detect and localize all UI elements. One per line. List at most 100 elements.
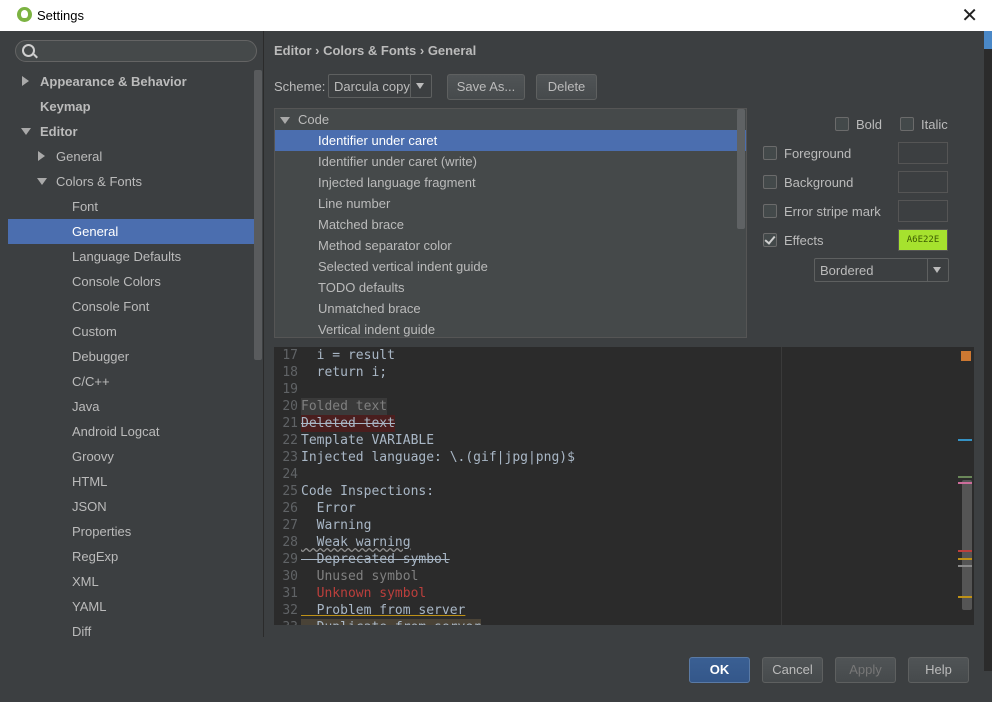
code-line[interactable]: Duplicate from server [301,619,482,625]
background-checkbox[interactable] [763,175,777,189]
attribute-list-item[interactable]: Injected language fragment [275,172,746,193]
line-number: 21 [282,416,298,431]
code-line[interactable]: Warning [301,517,372,534]
sidebar-item-label: YAML [72,599,107,614]
save-as-button[interactable]: Save As... [447,74,525,100]
sidebar-item[interactable]: Android Logcat [8,419,255,444]
sidebar-item[interactable]: C/C++ [8,369,255,394]
sidebar-item-label: General [56,149,103,164]
attribute-list-item[interactable]: Selected vertical indent guide [275,256,746,277]
sidebar-item[interactable]: Groovy [8,444,255,469]
sidebar-item-label: Console Colors [72,274,161,289]
code-line[interactable]: Unknown symbol [301,585,427,602]
sidebar-item[interactable]: Editor [8,119,255,144]
error-stripe-mark[interactable] [958,565,972,567]
sidebar-item[interactable]: Debugger [8,344,255,369]
scheme-select[interactable]: Darcula copy [328,74,432,98]
foreground-checkbox[interactable] [763,146,777,160]
code-line[interactable]: Error [301,500,356,517]
italic-checkbox[interactable] [900,117,914,131]
error-stripe-mark[interactable] [958,550,972,552]
sidebar-item[interactable]: YAML [8,594,255,619]
attribute-list-item[interactable]: Matched brace [275,214,746,235]
close-icon[interactable]: ✕ [961,3,978,28]
sidebar-item[interactable]: Console Colors [8,269,255,294]
sidebar-item[interactable]: JSON [8,494,255,519]
code-line[interactable]: Unused symbol [301,568,419,585]
error-stripe-mark[interactable] [958,439,972,441]
error-stripe-mark[interactable] [958,558,972,560]
sidebar-item[interactable]: Font [8,194,255,219]
background-color-swatch[interactable] [898,171,948,193]
preview-editor[interactable]: 17 i = result 18 return i; 19 20 Folded text… [274,347,974,625]
search-input[interactable] [15,40,257,62]
sidebar-item[interactable]: RegExp [8,544,255,569]
error-stripe-mark[interactable] [958,476,972,478]
effects-color-swatch[interactable]: A6E22E [898,229,948,251]
pane-divider[interactable] [263,31,264,637]
tree-group-code[interactable]: Code [298,109,746,130]
sidebar-item[interactable]: Language Defaults [8,244,255,269]
attribute-list-scrollbar[interactable] [737,109,745,229]
sidebar-item[interactable]: HTML [8,469,255,494]
line-number: 33 [274,619,298,625]
inspection-status-icon[interactable] [961,351,971,361]
attribute-list-item[interactable]: Identifier under caret (write) [275,151,746,172]
sidebar-scrollbar[interactable] [254,70,262,360]
chevron-down-icon[interactable] [280,117,290,124]
sidebar-item[interactable]: Properties [8,519,255,544]
code-line[interactable]: Deleted text [301,415,395,432]
attribute-list-item[interactable]: Identifier under caret [275,130,746,151]
effects-checkbox[interactable] [763,233,777,247]
code-line[interactable]: Problem from server [301,602,466,619]
apply-button[interactable]: Apply [835,657,896,683]
sidebar-item-label: Colors & Fonts [56,174,142,189]
code-line[interactable]: Injected language: \.(gif|jpg|png)$ [301,449,575,466]
sidebar-item[interactable]: Appearance & Behavior [8,69,255,94]
effects-label: Effects [784,233,824,248]
code-line[interactable]: Code Inspections: [301,483,434,500]
attribute-tree[interactable]: Code Identifier under caret Identifier un… [274,108,747,338]
error-stripe-mark[interactable] [958,596,972,598]
code-line[interactable]: Deprecated symbol [301,551,450,568]
sidebar-item[interactable]: XML [8,569,255,594]
background-label: Background [784,175,854,190]
chevron-down-icon[interactable] [37,178,47,185]
code-line[interactable]: Weak warning [301,534,411,551]
attribute-list-item[interactable]: Vertical indent guide [275,319,746,337]
cancel-button[interactable]: Cancel [762,657,823,683]
editor-scrollbar[interactable] [962,480,972,610]
line-number: 24 [282,467,298,482]
sidebar-item[interactable]: Colors & Fonts [8,169,255,194]
attribute-list-item[interactable]: Method separator color [275,235,746,256]
attribute-list-item[interactable]: TODO defaults [275,277,746,298]
chevron-down-icon[interactable] [21,128,31,135]
error-stripe-checkbox[interactable] [763,204,777,218]
attribute-list-item[interactable]: Line number [275,193,746,214]
ok-button[interactable]: OK [689,657,750,683]
foreground-color-swatch[interactable] [898,142,948,164]
code-line[interactable]: Folded text [301,398,388,415]
error-stripe-mark[interactable] [958,482,972,484]
code-line[interactable]: i = result [301,347,395,364]
delete-button[interactable]: Delete [536,74,597,100]
scheme-label: Scheme: [274,79,326,94]
chevron-right-icon[interactable] [38,151,45,161]
sidebar-item[interactable]: General [8,144,255,169]
line-number: 30 [282,569,298,584]
effects-type-select[interactable]: Bordered [814,258,949,282]
sidebar-item-label: General [72,224,119,239]
error-stripe-color-swatch[interactable] [898,200,948,222]
sidebar-item[interactable]: Custom [8,319,255,344]
code-line[interactable]: return i; [301,364,387,381]
help-button[interactable]: Help [908,657,969,683]
sidebar-item[interactable]: Console Font [8,294,255,319]
attribute-list-item[interactable]: Unmatched brace [275,298,746,319]
chevron-right-icon[interactable] [22,76,29,86]
line-number: 18 [282,365,298,380]
sidebar-item[interactable]: General [8,219,255,244]
bold-checkbox[interactable] [835,117,849,131]
sidebar-item[interactable]: Java [8,394,255,419]
code-line[interactable]: Template VARIABLE [301,432,434,449]
sidebar-item[interactable]: Keymap [8,94,255,119]
